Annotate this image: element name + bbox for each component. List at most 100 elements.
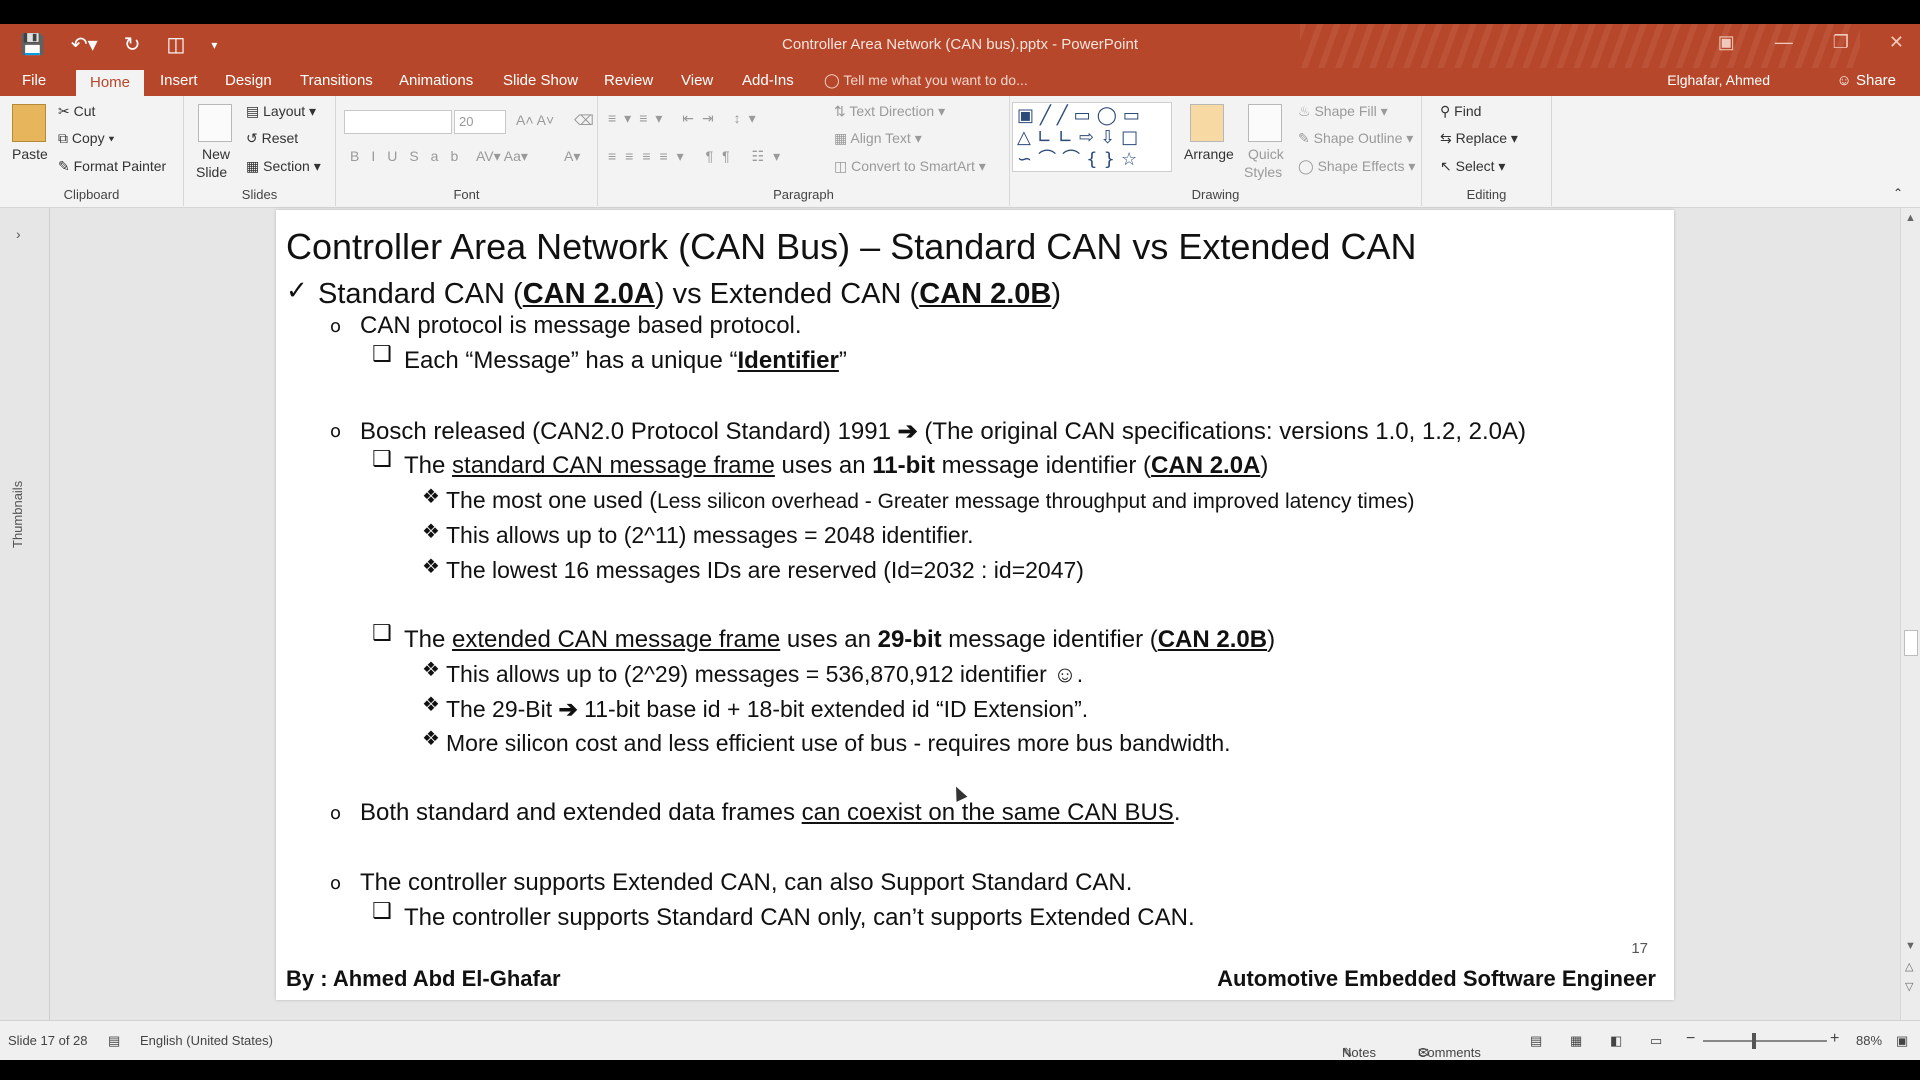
paste-button[interactable]: Paste	[12, 146, 48, 162]
reset-icon: ↺	[246, 130, 262, 146]
slide-title[interactable]: Controller Area Network (CAN Bus) – Stan…	[286, 226, 1416, 268]
collapse-ribbon-icon[interactable]: ⌃	[1893, 186, 1903, 200]
font-format-buttons[interactable]: BIUSab	[350, 148, 470, 164]
tab-animations[interactable]: Animations	[399, 72, 473, 89]
shape-fill-button[interactable]: ♨ Shape Fill ▾	[1298, 103, 1388, 120]
maximize-icon[interactable]: ❐	[1833, 32, 1849, 53]
expand-thumbnails-icon[interactable]: ›	[16, 226, 21, 242]
tab-insert[interactable]: Insert	[160, 72, 198, 89]
powerpoint-window: 💾 ↶▾ ↻ ◫ ▾ Controller Area Network (CAN …	[0, 0, 1920, 1080]
list-buttons[interactable]: ≡▾≡▾ ⇤⇥ ↕▾	[608, 110, 764, 127]
spell-check-icon[interactable]: ▤	[108, 1033, 120, 1049]
bullet-controller-standard[interactable]: The controller supports Standard CAN onl…	[404, 904, 1195, 932]
zoom-out-icon[interactable]: −	[1686, 1030, 1695, 1048]
shapes-gallery[interactable]: ▣╱╱▭◯▭ △∟∟⇨⇩□ ∽⌒⌒{}☆	[1012, 102, 1172, 172]
tab-transitions[interactable]: Transitions	[300, 72, 373, 89]
previous-slide-icon[interactable]: △	[1905, 960, 1913, 973]
slide[interactable]: Controller Area Network (CAN Bus) – Stan…	[276, 210, 1674, 1000]
bullet-message-based[interactable]: CAN protocol is message based protocol.	[360, 312, 802, 340]
section-button[interactable]: ▦ Section ▾	[246, 158, 321, 175]
font-color-icon[interactable]: A▾	[564, 148, 580, 165]
bullet-more-silicon[interactable]: More silicon cost and less efficient use…	[446, 730, 1231, 757]
text-seg: 11-bit base id + 18-bit extended id “ID …	[577, 696, 1089, 722]
replace-button[interactable]: ⇆ Replace ▾	[1440, 130, 1518, 147]
bullet-reserved-ids[interactable]: The lowest 16 messages IDs are reserved …	[446, 557, 1084, 584]
tell-me-search[interactable]: ◯ Tell me what you want to do...	[824, 72, 1028, 89]
new-slide-line2[interactable]: Slide	[196, 164, 227, 180]
tab-slide-show[interactable]: Slide Show	[503, 72, 578, 89]
language-indicator[interactable]: English (United States)	[140, 1033, 273, 1048]
bullet-most-used[interactable]: The most one used (Less silicon overhead…	[446, 487, 1415, 514]
footer-author[interactable]: By : Ahmed Abd El-Ghafar	[286, 966, 561, 992]
clear-formatting-icon[interactable]: ⌫	[574, 112, 594, 129]
quick-styles-icon[interactable]	[1248, 104, 1282, 142]
tab-home[interactable]: Home	[76, 70, 145, 96]
minimize-icon[interactable]: —	[1775, 32, 1793, 53]
layout-button[interactable]: ▤ Layout ▾	[246, 103, 316, 120]
tab-review[interactable]: Review	[604, 72, 653, 89]
format-painter-button[interactable]: ✎ Format Painter	[58, 158, 166, 175]
new-slide-icon[interactable]	[198, 104, 232, 142]
grow-font-icon[interactable]: A˄ A˅	[516, 112, 554, 128]
normal-view-icon[interactable]: ▤	[1530, 1033, 1542, 1049]
tab-file[interactable]: File	[22, 72, 46, 89]
copy-button[interactable]: ⧉ Copy ▾	[58, 130, 114, 147]
ribbon-display-options-icon[interactable]: ▣	[1718, 32, 1735, 53]
tab-design[interactable]: Design	[225, 72, 272, 89]
thumbnails-label[interactable]: Thumbnails	[10, 481, 25, 548]
tab-add-ins[interactable]: Add-Ins	[742, 72, 794, 89]
footer-role[interactable]: Automotive Embedded Software Engineer	[1217, 966, 1656, 992]
text-seg: message identifier (	[941, 626, 1158, 653]
align-buttons[interactable]: ≡≡≡≡▾ ¶¶ ☷▾	[608, 148, 789, 165]
align-text-button[interactable]: ▦ Align Text ▾	[834, 130, 922, 147]
text-seg: Standard CAN (	[318, 278, 523, 310]
arrange-icon[interactable]	[1190, 104, 1224, 142]
bullet-29-bit[interactable]: The 29-Bit ➔ 11-bit base id + 18-bit ext…	[446, 696, 1088, 723]
reset-button[interactable]: ↺ Reset	[246, 130, 298, 147]
cut-button[interactable]: ✂ Cut	[58, 103, 95, 120]
bullet-bosch-released[interactable]: Bosch released (CAN2.0 Protocol Standard…	[360, 417, 1526, 446]
slide-show-icon[interactable]: ▭	[1650, 1033, 1662, 1049]
tab-view[interactable]: View	[681, 72, 713, 89]
shape-effects-button[interactable]: ◯ Shape Effects ▾	[1298, 158, 1415, 175]
share-button[interactable]: ☺ Share	[1836, 72, 1896, 89]
user-name[interactable]: Elghafar, Ahmed	[1667, 72, 1770, 88]
zoom-slider-knob[interactable]	[1752, 1033, 1756, 1049]
find-button[interactable]: ⚲ Find	[1440, 103, 1481, 120]
arrange-button[interactable]: Arrange	[1184, 146, 1234, 162]
close-icon[interactable]: ✕	[1889, 32, 1904, 53]
bullet-coexist[interactable]: Both standard and extended data frames c…	[360, 799, 1180, 827]
scroll-up-icon[interactable]: ▲	[1905, 212, 1916, 224]
bullet-standard-frame[interactable]: The standard CAN message frame uses an 1…	[404, 452, 1268, 480]
quick-styles-line2[interactable]: Styles	[1244, 164, 1282, 180]
bullet-standard-vs-extended[interactable]: Standard CAN (CAN 2.0A) vs Extended CAN …	[318, 278, 1061, 311]
text-direction-button[interactable]: ⇅ Text Direction ▾	[834, 103, 945, 120]
shape-outline-button[interactable]: ✎ Shape Outline ▾	[1298, 130, 1413, 147]
font-name-combo[interactable]	[344, 110, 452, 134]
new-slide-line1[interactable]: New	[202, 146, 230, 162]
font-size-combo[interactable]: 20	[454, 110, 506, 134]
select-button[interactable]: ↖ Select ▾	[1440, 158, 1505, 175]
text-seg: The	[404, 452, 453, 479]
char-spacing-icon[interactable]: AV▾ Aa▾	[476, 148, 528, 165]
convert-smartart-button[interactable]: ◫ Convert to SmartArt ▾	[834, 158, 986, 175]
bullet-controller-extended[interactable]: The controller supports Extended CAN, ca…	[360, 869, 1132, 897]
bullet-unique-identifier[interactable]: Each “Message” has a unique “Identifier”	[404, 347, 847, 375]
fit-slide-icon[interactable]: ▣	[1896, 1033, 1908, 1049]
bullet-2-29[interactable]: This allows up to (2^29) messages = 536,…	[446, 661, 1083, 688]
zoom-in-icon[interactable]: +	[1830, 1030, 1839, 1048]
vertical-scrollbar[interactable]: ▲ ▼ △ ▽	[1900, 208, 1920, 1020]
pen-icon: ✎	[1298, 130, 1314, 146]
paste-icon[interactable]	[12, 104, 46, 142]
replace-icon: ⇆	[1440, 130, 1456, 146]
bullet-2-11[interactable]: This allows up to (2^11) messages = 2048…	[446, 522, 974, 549]
scroll-thumb[interactable]	[1904, 630, 1918, 656]
scroll-down-icon[interactable]: ▼	[1905, 940, 1916, 952]
quick-styles-line1[interactable]: Quick	[1248, 146, 1284, 162]
zoom-slider[interactable]	[1703, 1040, 1827, 1042]
slide-sorter-icon[interactable]: ▦	[1570, 1033, 1582, 1049]
zoom-level[interactable]: 88%	[1856, 1033, 1882, 1048]
next-slide-icon[interactable]: ▽	[1905, 980, 1913, 993]
bullet-extended-frame[interactable]: The extended CAN message frame uses an 2…	[404, 626, 1275, 654]
reading-view-icon[interactable]: ◧	[1610, 1033, 1622, 1049]
